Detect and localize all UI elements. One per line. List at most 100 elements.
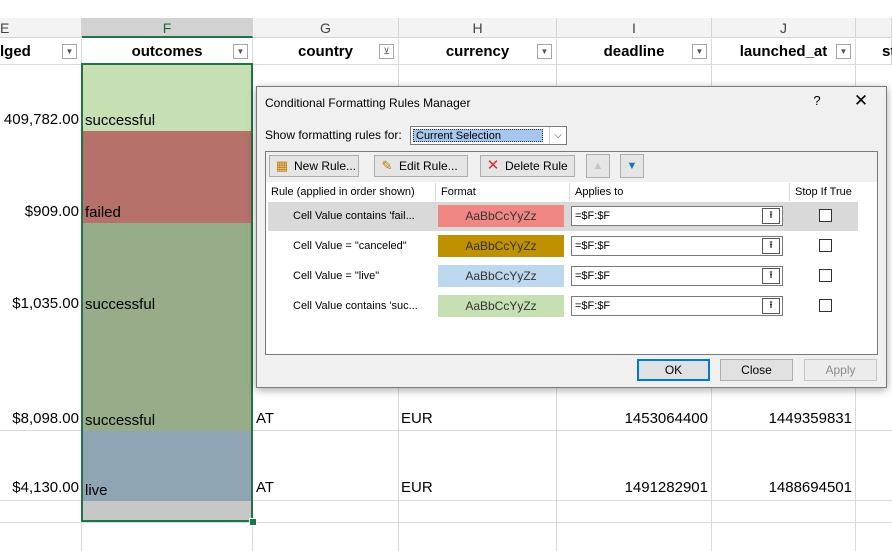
launched-at-cell[interactable]: 1449359831 bbox=[712, 409, 852, 429]
pledged-cell[interactable]: $8,098.00 bbox=[0, 409, 79, 429]
header-currency: currency ▼ bbox=[399, 39, 557, 65]
column-header-j[interactable]: J bbox=[712, 18, 856, 38]
currency-cell[interactable]: EUR bbox=[401, 478, 433, 498]
column-header-f[interactable]: F bbox=[82, 18, 253, 38]
applies-to-value: =$F:$F bbox=[575, 210, 611, 222]
column-stop-if-true: Stop If True bbox=[795, 186, 852, 198]
rule-row[interactable]: Cell Value contains 'suc... AaBbCcYyZz =… bbox=[268, 292, 858, 321]
header-country-label: country bbox=[297, 43, 353, 60]
header-deadline-label: deadline bbox=[603, 43, 665, 60]
header-launched-at: launched_at ▼ bbox=[712, 39, 856, 65]
rule-row[interactable]: Cell Value = "live" AaBbCcYyZz =$F:$F ⭱ bbox=[268, 262, 858, 291]
header-pledged: lged ▼ bbox=[0, 39, 82, 65]
pledged-cell[interactable]: 409,782.00 bbox=[0, 110, 79, 130]
show-rules-value: Current Selection bbox=[413, 129, 543, 142]
rule-format-preview: AaBbCcYyZz bbox=[438, 205, 564, 227]
stop-if-true-checkbox[interactable] bbox=[819, 239, 832, 252]
delete-rule-label: Delete Rule bbox=[505, 159, 568, 173]
rule-format-preview: AaBbCcYyZz bbox=[438, 295, 564, 317]
applies-to-value: =$F:$F bbox=[575, 240, 611, 252]
rule-description: Cell Value = "live" bbox=[293, 270, 380, 282]
rule-format-preview: AaBbCcYyZz bbox=[438, 235, 564, 257]
header-deadline: deadline ▼ bbox=[557, 39, 712, 65]
move-up-button[interactable]: ▲ bbox=[586, 154, 610, 178]
pledged-cell[interactable]: $4,130.00 bbox=[0, 478, 79, 498]
currency-cell[interactable]: EUR bbox=[401, 409, 433, 429]
ok-button[interactable]: OK bbox=[637, 359, 710, 381]
column-applies-to: Applies to bbox=[570, 183, 790, 201]
close-button[interactable]: Close bbox=[720, 359, 793, 381]
filter-dropdown-icon[interactable]: ▼ bbox=[62, 44, 77, 59]
move-down-button[interactable]: ▼ bbox=[620, 154, 644, 178]
close-icon[interactable]: ✕ bbox=[849, 91, 873, 111]
applies-to-value: =$F:$F bbox=[575, 270, 611, 282]
pledged-cell[interactable]: $1,035.00 bbox=[0, 294, 79, 314]
new-rule-icon: ▦ bbox=[275, 158, 289, 173]
filter-dropdown-icon[interactable]: ▼ bbox=[692, 44, 707, 59]
applies-to-field[interactable]: =$F:$F ⭱ bbox=[571, 236, 783, 256]
column-format: Format bbox=[436, 183, 570, 201]
rule-description: Cell Value = "canceled" bbox=[293, 240, 407, 252]
range-picker-icon[interactable]: ⭱ bbox=[762, 268, 780, 284]
rules-panel: ▦ New Rule... ✎ Edit Rule... ✕ Delete Ru… bbox=[265, 151, 878, 355]
header-outcomes-label: outcomes bbox=[131, 43, 203, 60]
apply-button[interactable]: Apply bbox=[804, 359, 877, 381]
deadline-cell[interactable]: 1491282901 bbox=[557, 478, 708, 498]
range-picker-icon[interactable]: ⭱ bbox=[762, 208, 780, 224]
applies-to-value: =$F:$F bbox=[575, 300, 611, 312]
header-staff-pick-label: st bbox=[882, 43, 892, 60]
deadline-cell[interactable]: 1453064400 bbox=[557, 409, 708, 429]
column-header-g[interactable]: G bbox=[253, 18, 399, 38]
fill-handle[interactable] bbox=[249, 518, 257, 526]
column-rule: Rule (applied in order shown) bbox=[266, 183, 436, 201]
toolbar-strip bbox=[0, 0, 892, 19]
grid-line bbox=[0, 522, 892, 523]
rule-row[interactable]: Cell Value contains 'fail... AaBbCcYyZz … bbox=[268, 202, 858, 231]
show-rules-dropdown[interactable]: Current Selection ⌵ bbox=[410, 126, 567, 145]
edit-rule-icon: ✎ bbox=[381, 158, 393, 173]
rules-toolbar: ▦ New Rule... ✎ Edit Rule... ✕ Delete Ru… bbox=[266, 152, 877, 182]
range-picker-icon[interactable]: ⭱ bbox=[762, 298, 780, 314]
filter-dropdown-icon[interactable]: ▼ bbox=[537, 44, 552, 59]
conditional-formatting-dialog: Conditional Formatting Rules Manager ? ✕… bbox=[256, 86, 887, 388]
selection-border bbox=[81, 63, 253, 522]
stop-if-true-checkbox[interactable] bbox=[819, 269, 832, 282]
pledged-cell[interactable]: $909.00 bbox=[0, 202, 79, 222]
applies-to-field[interactable]: =$F:$F ⭱ bbox=[571, 296, 783, 316]
new-rule-button[interactable]: ▦ New Rule... bbox=[269, 155, 359, 177]
column-header-e[interactable]: E bbox=[0, 18, 82, 38]
rule-format-preview: AaBbCcYyZz bbox=[438, 265, 564, 287]
rule-row[interactable]: Cell Value = "canceled" AaBbCcYyZz =$F:$… bbox=[268, 232, 858, 261]
dialog-title: Conditional Formatting Rules Manager bbox=[265, 96, 471, 110]
show-rules-label: Show formatting rules for: bbox=[265, 128, 402, 142]
column-header-k[interactable] bbox=[856, 18, 892, 38]
stop-if-true-checkbox[interactable] bbox=[819, 299, 832, 312]
country-cell[interactable]: AT bbox=[256, 478, 274, 498]
filter-dropdown-icon[interactable]: ▼ bbox=[233, 44, 248, 59]
delete-rule-button[interactable]: ✕ Delete Rule bbox=[480, 155, 575, 177]
header-currency-label: currency bbox=[445, 43, 510, 60]
column-header-i[interactable]: I bbox=[557, 18, 712, 38]
stop-if-true-checkbox[interactable] bbox=[819, 209, 832, 222]
filter-dropdown-icon[interactable]: ▼ bbox=[836, 44, 851, 59]
header-outcomes: outcomes ▼ bbox=[82, 39, 253, 65]
filter-active-icon[interactable]: ⊻ bbox=[379, 44, 394, 59]
edit-rule-label: Edit Rule... bbox=[399, 159, 458, 173]
new-rule-label: New Rule... bbox=[294, 159, 357, 173]
chevron-down-icon[interactable]: ⌵ bbox=[549, 127, 566, 144]
rule-description: Cell Value contains 'fail... bbox=[293, 210, 415, 222]
header-country: country ⊻ bbox=[253, 39, 399, 65]
applies-to-field[interactable]: =$F:$F ⭱ bbox=[571, 266, 783, 286]
help-icon[interactable]: ? bbox=[807, 93, 827, 108]
header-staff-pick: st bbox=[856, 39, 892, 65]
column-header-h[interactable]: H bbox=[399, 18, 557, 38]
country-cell[interactable]: AT bbox=[256, 409, 274, 429]
applies-to-field[interactable]: =$F:$F ⭱ bbox=[571, 206, 783, 226]
delete-icon: ✕ bbox=[486, 157, 500, 174]
range-picker-icon[interactable]: ⭱ bbox=[762, 238, 780, 254]
header-launched-at-label: launched_at bbox=[739, 43, 828, 60]
header-pledged-label: lged bbox=[0, 43, 31, 60]
edit-rule-button[interactable]: ✎ Edit Rule... bbox=[374, 155, 468, 177]
launched-at-cell[interactable]: 1488694501 bbox=[712, 478, 852, 498]
rule-description: Cell Value contains 'suc... bbox=[293, 300, 418, 312]
